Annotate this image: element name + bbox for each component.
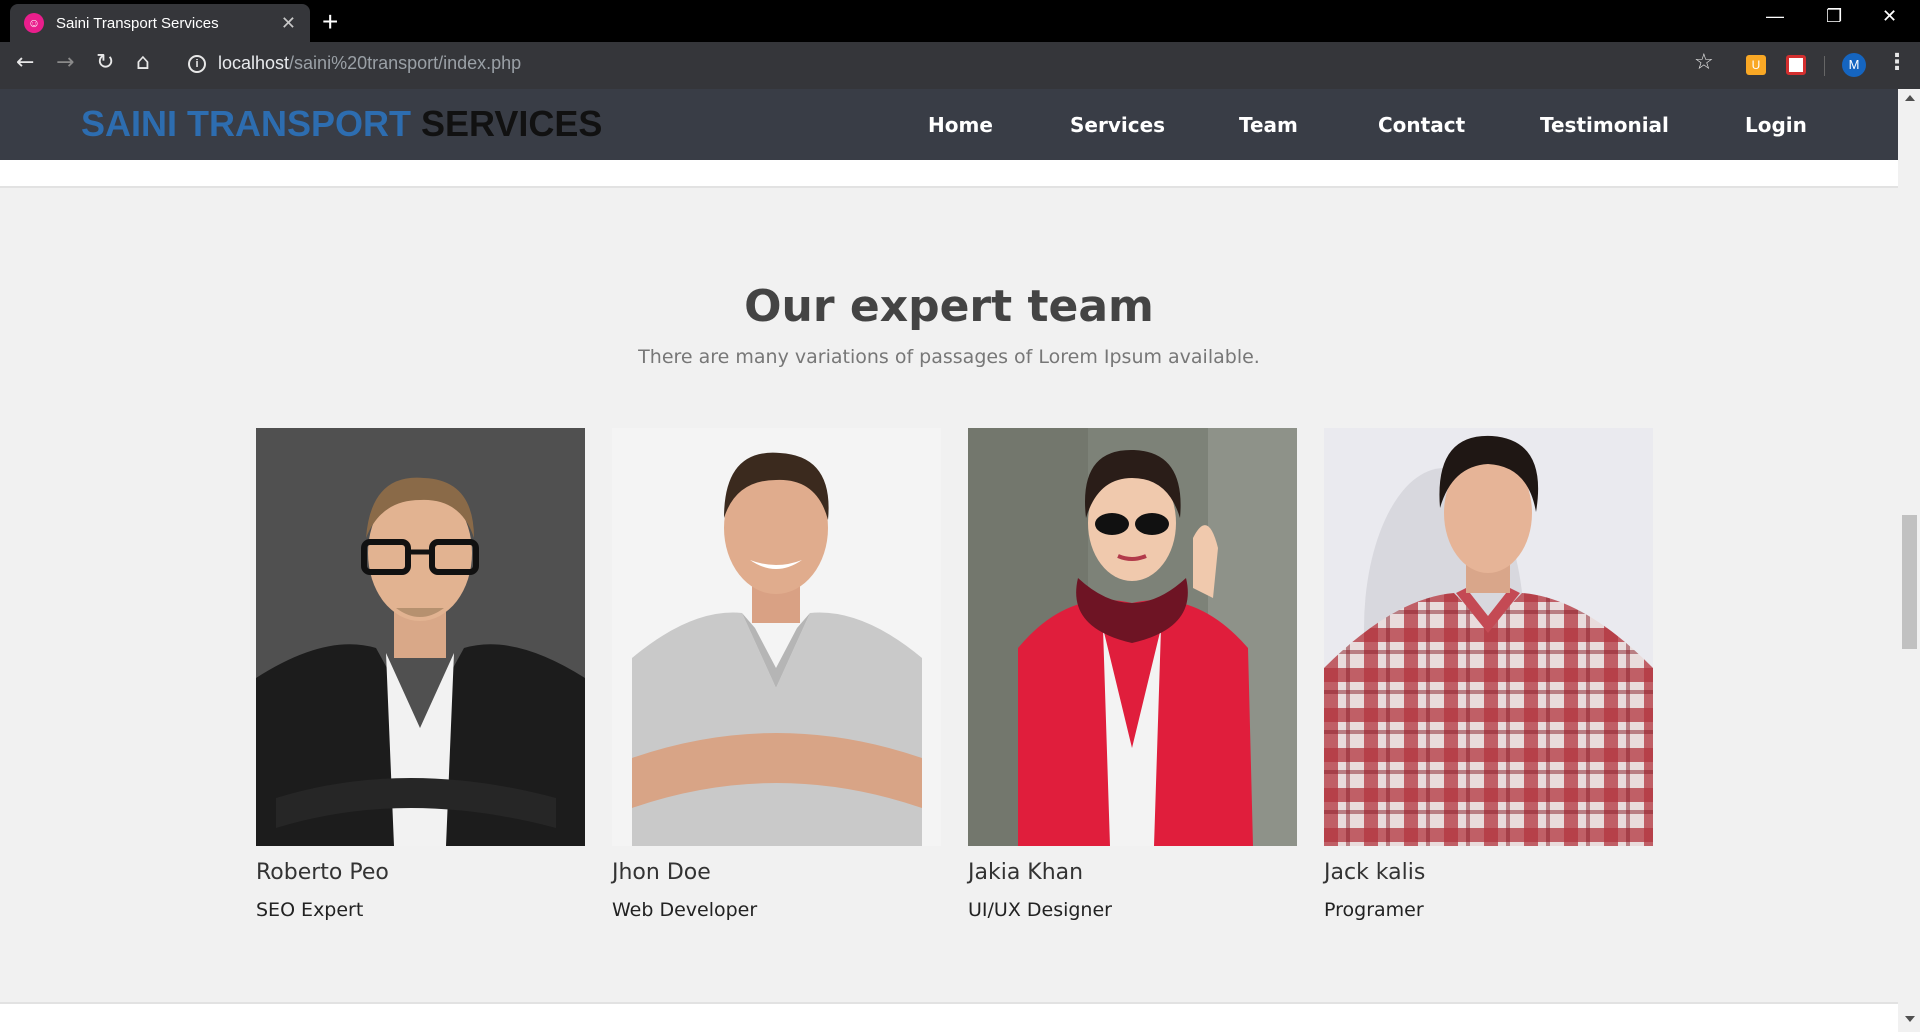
team-member-photo [612, 428, 941, 846]
site-info-icon[interactable]: i [188, 55, 206, 73]
team-member-photo [256, 428, 585, 846]
browser-tab[interactable]: ☺ Saini Transport Services ✕ [10, 4, 310, 42]
page-scrollbar[interactable] [1898, 89, 1920, 1032]
section-divider-bottom [0, 1002, 1898, 1032]
team-section-title: Our expert team [744, 281, 1154, 332]
extension-pocket-icon[interactable] [1786, 55, 1806, 75]
brand-name-part1: SAINI TRANSPORT [81, 103, 412, 144]
nav-team[interactable]: Team [1239, 113, 1298, 137]
team-member-name: Jhon Doe [612, 860, 711, 885]
team-member-card: Jack kalis Programer [1324, 428, 1653, 921]
site-favicon-icon: ☺ [24, 13, 44, 33]
browser-tab-bar: ☺ Saini Transport Services ✕ + — ❐ ✕ [0, 0, 1920, 42]
new-tab-button[interactable]: + [322, 6, 338, 38]
home-icon[interactable]: ⌂ [136, 50, 150, 75]
team-section-subtitle: There are many variations of passages of… [638, 346, 1260, 368]
site-logo[interactable]: SAINI TRANSPORT SERVICES [81, 103, 602, 145]
url-host: localhost [218, 53, 290, 73]
team-member-photo [1324, 428, 1653, 846]
scroll-down-arrow-icon[interactable] [1905, 1016, 1915, 1022]
team-member-role: Web Developer [612, 899, 758, 921]
section-divider-top [0, 160, 1898, 188]
bookmark-star-icon[interactable]: ☆ [1694, 50, 1714, 75]
restore-icon[interactable]: ❐ [1826, 6, 1842, 27]
browser-menu-icon[interactable]: ⋮ [1886, 50, 1908, 75]
team-member-name: Roberto Peo [256, 860, 389, 885]
team-member-card: Roberto Peo SEO Expert [256, 428, 585, 921]
window-close-icon[interactable]: ✕ [1882, 6, 1897, 27]
team-member-role: UI/UX Designer [968, 899, 1112, 921]
team-member-photo [968, 428, 1297, 846]
extension-icon[interactable]: U [1746, 55, 1766, 75]
toolbar-divider [1824, 56, 1825, 76]
nav-testimonial[interactable]: Testimonial [1540, 113, 1669, 137]
team-member-role: SEO Expert [256, 899, 364, 921]
address-bar[interactable]: localhost/saini%20transport/index.php [218, 53, 521, 74]
team-member-card: Jakia Khan UI/UX Designer [968, 428, 1297, 921]
reload-icon[interactable]: ↻ [96, 50, 114, 75]
nav-home[interactable]: Home [928, 113, 993, 137]
brand-name-part2: SERVICES [421, 103, 603, 144]
scrollbar-thumb[interactable] [1902, 515, 1917, 649]
tab-title: Saini Transport Services [56, 14, 219, 32]
team-member-card: Jhon Doe Web Developer [612, 428, 941, 921]
team-member-name: Jack kalis [1324, 860, 1426, 885]
url-path: /saini%20transport/index.php [289, 53, 522, 73]
minimize-icon[interactable]: — [1766, 6, 1784, 27]
tab-close-icon[interactable]: ✕ [281, 13, 296, 34]
nav-services[interactable]: Services [1070, 113, 1165, 137]
scroll-up-arrow-icon[interactable] [1905, 95, 1915, 101]
back-arrow-icon[interactable]: ← [16, 50, 34, 75]
site-header: SAINI TRANSPORT SERVICES Home Services T… [0, 89, 1898, 160]
profile-avatar[interactable]: M [1842, 53, 1866, 77]
forward-arrow-icon[interactable]: → [56, 50, 74, 75]
team-member-role: Programer [1324, 899, 1424, 921]
nav-contact[interactable]: Contact [1378, 113, 1465, 137]
nav-login[interactable]: Login [1745, 113, 1807, 137]
team-member-name: Jakia Khan [968, 860, 1084, 885]
